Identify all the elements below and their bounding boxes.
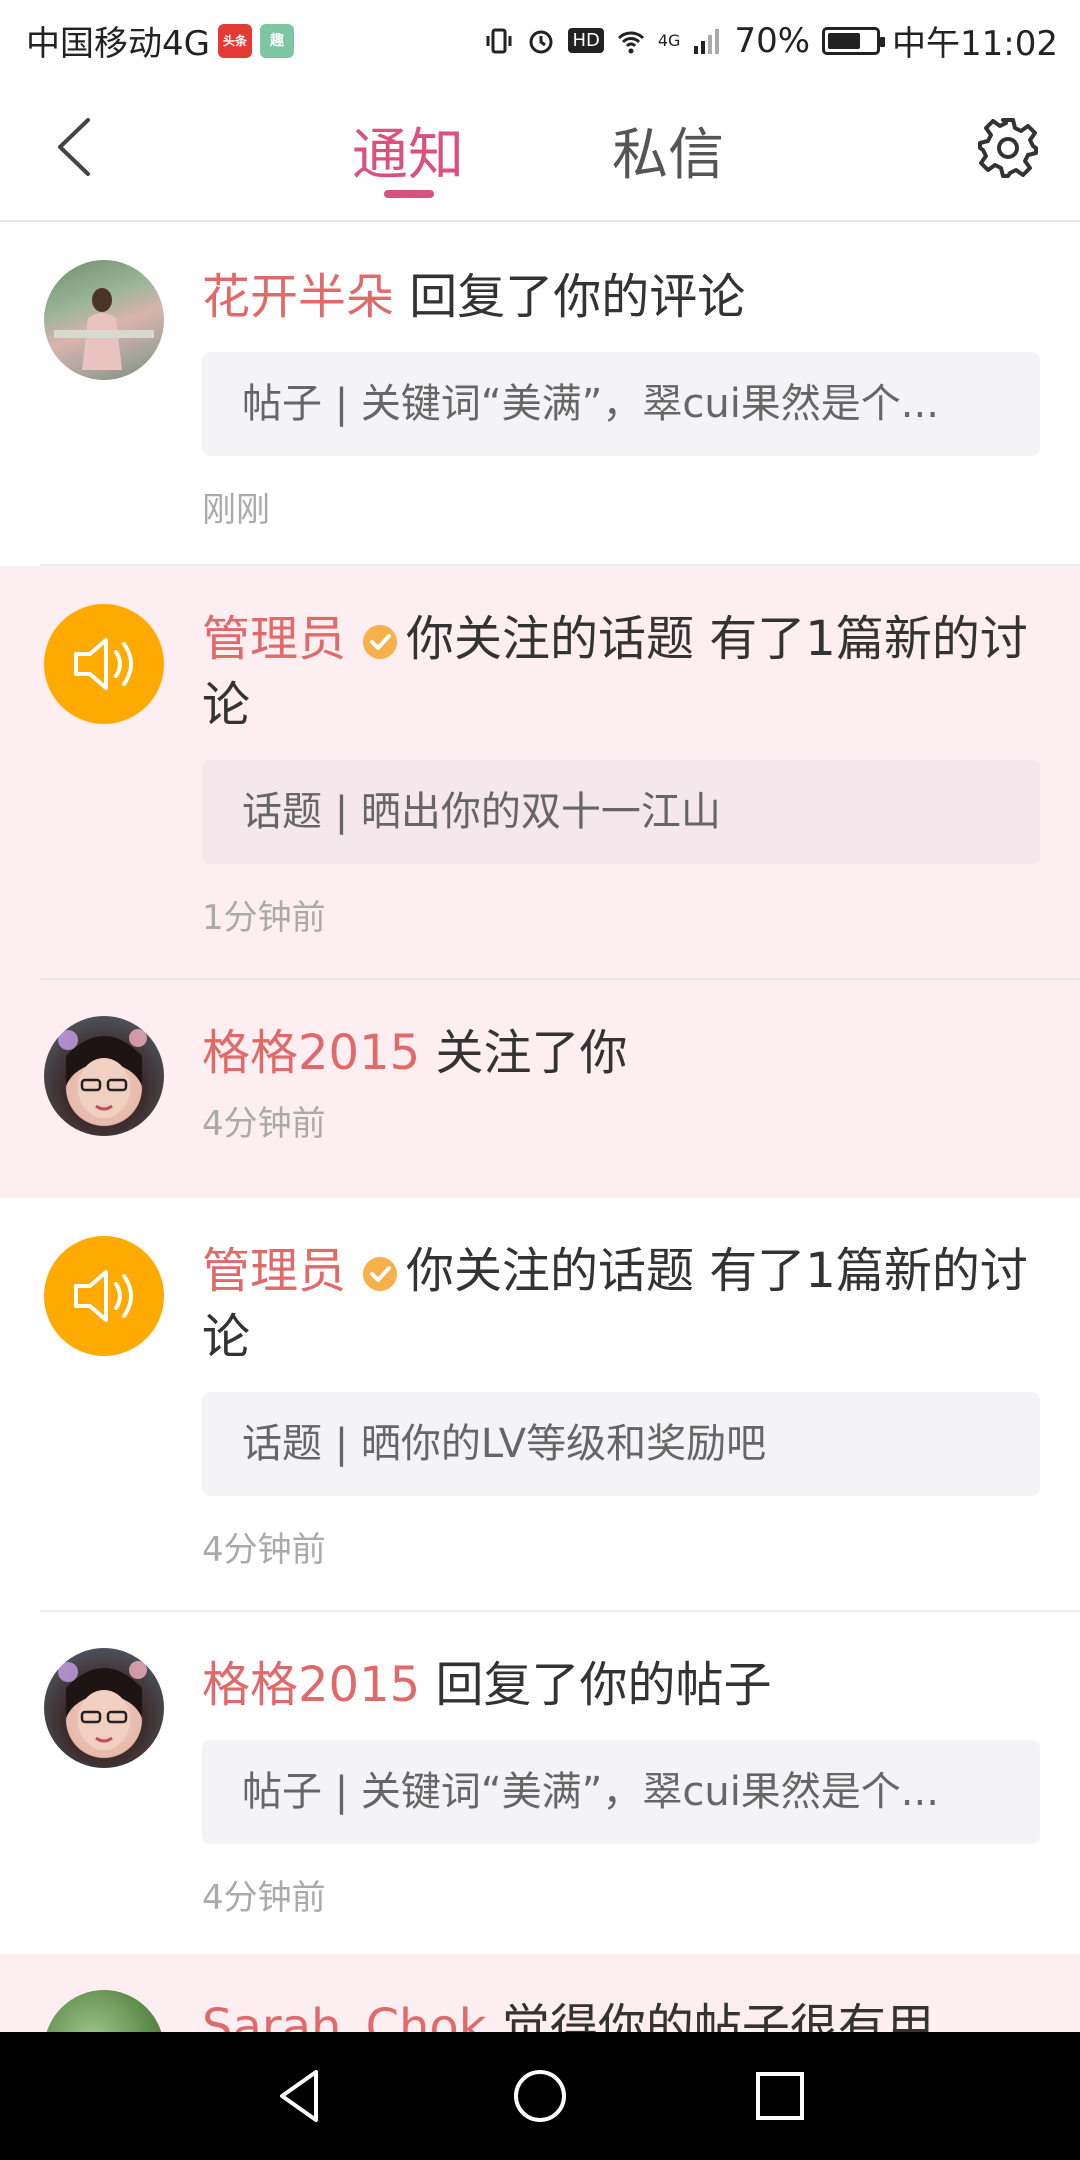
status-bar: 中国移动4G 头条 趣 HD 4G 70% 中午11:02 [0, 0, 1080, 72]
user-name[interactable]: 花开半朵 [202, 269, 394, 325]
quoted-content[interactable]: 话题 | 晒出你的双十一江山 [202, 760, 1040, 864]
quoted-content[interactable]: 帖子 | 关键词“美满”，翠cui果然是个... [202, 352, 1040, 456]
avatar[interactable] [44, 260, 164, 380]
notification-item[interactable]: 管理员 你关注的话题 有了1篇新的讨论 话题 | 晒你的LV等级和奖励吧 4分钟前 [0, 1198, 1080, 1612]
verified-badge-icon [363, 1257, 398, 1291]
verified-badge-icon [363, 625, 398, 659]
notification-title: Sarah_Chok 觉得你的帖子很有用 [202, 1994, 1040, 2032]
notification-action: 回复了你的帖子 [435, 1657, 772, 1713]
speaker-icon[interactable] [44, 604, 164, 724]
notification-list[interactable]: 花开半朵 回复了你的评论 帖子 | 关键词“美满”，翠cui果然是个... 刚刚… [0, 224, 1080, 2032]
quoted-content[interactable]: 帖子 | 关键词“美满”，翠cui果然是个... [202, 1740, 1040, 1844]
alarm-icon [529, 30, 553, 53]
avatar[interactable] [44, 1990, 164, 2032]
vibrate-icon [486, 28, 512, 53]
user-name[interactable]: Sarah_Chok [202, 1999, 487, 2032]
notification-title: 管理员 你关注的话题 有了1篇新的讨论 [202, 1238, 1040, 1370]
tab-notifications[interactable]: 通知 [352, 110, 464, 191]
notification-title: 格格2015 回复了你的帖子 [202, 1652, 1040, 1718]
user-name[interactable]: 格格2015 [202, 1025, 420, 1081]
avatar[interactable] [44, 1648, 164, 1768]
notification-item[interactable]: 花开半朵 回复了你的评论 帖子 | 关键词“美满”，翠cui果然是个... 刚刚 [0, 224, 1080, 566]
person-photo [54, 288, 154, 370]
quoted-content[interactable]: 话题 | 晒你的LV等级和奖励吧 [202, 1392, 1040, 1496]
notification-title: 格格2015 关注了你 [202, 1020, 1040, 1086]
clock: 中午11:02 [892, 24, 1058, 64]
person-photo [58, 1029, 147, 1118]
back-icon[interactable] [48, 112, 108, 182]
header: 通知 私信 [0, 72, 1080, 222]
person-photo [58, 1661, 147, 1750]
user-name[interactable]: 管理员 [202, 611, 346, 667]
recents-square-icon[interactable] [748, 2064, 812, 2128]
home-circle-icon[interactable] [508, 2064, 572, 2128]
notification-action: 觉得你的帖子很有用 [501, 1999, 934, 2032]
wifi-icon [617, 31, 644, 53]
user-name[interactable]: 格格2015 [202, 1657, 420, 1713]
network-type: 4G [657, 31, 681, 50]
timestamp: 4分钟前 [202, 1878, 326, 1918]
notification-title: 管理员 你关注的话题 有了1篇新的讨论 [202, 606, 1040, 738]
tab-messages[interactable]: 私信 [612, 110, 724, 191]
signal-icon [694, 28, 720, 54]
system-navigation-bar [0, 2032, 1080, 2160]
gear-icon[interactable] [976, 116, 1040, 180]
timestamp: 4分钟前 [202, 1530, 326, 1570]
carrier-label: 中国移动4G [26, 24, 210, 64]
qu-app-icon: 趣 [259, 23, 294, 58]
notification-action: 回复了你的评论 [409, 269, 746, 325]
back-triangle-icon[interactable] [268, 2064, 332, 2128]
battery-icon [822, 26, 886, 55]
hd-icon: HD [568, 28, 604, 53]
battery-percent: 70% [734, 20, 811, 61]
notification-item[interactable]: Sarah_Chok 觉得你的帖子很有用 [0, 1954, 1080, 2032]
notification-item[interactable]: 格格2015 关注了你 4分钟前 [0, 980, 1080, 1198]
timestamp: 1分钟前 [202, 898, 326, 938]
user-name[interactable]: 管理员 [202, 1243, 346, 1299]
active-tab-indicator [384, 190, 434, 198]
notification-item[interactable]: 管理员 你关注的话题 有了1篇新的讨论 话题 | 晒出你的双十一江山 1分钟前 [0, 566, 1080, 980]
speaker-icon[interactable] [44, 1236, 164, 1356]
notification-item[interactable]: 格格2015 回复了你的帖子 帖子 | 关键词“美满”，翠cui果然是个... … [0, 1612, 1080, 1954]
avatar[interactable] [44, 1016, 164, 1136]
timestamp: 刚刚 [202, 490, 270, 530]
toutiao-app-icon: 头条 [217, 23, 252, 58]
timestamp: 4分钟前 [202, 1104, 326, 1144]
notification-title: 花开半朵 回复了你的评论 [202, 264, 1040, 330]
notification-action: 关注了你 [435, 1025, 628, 1081]
